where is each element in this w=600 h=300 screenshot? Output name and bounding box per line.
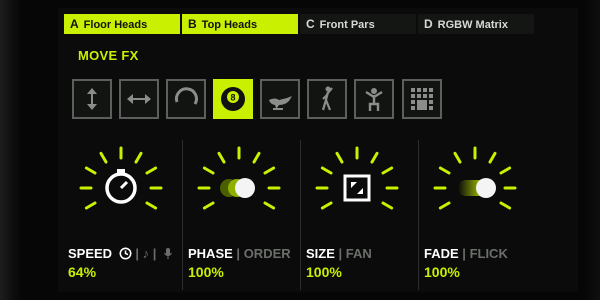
dial-tick bbox=[488, 151, 497, 164]
dial-tick bbox=[99, 151, 108, 164]
section-title: MOVE FX bbox=[78, 48, 139, 63]
tab-label: RGBW Matrix bbox=[437, 19, 508, 31]
speed-value: 64% bbox=[68, 264, 97, 280]
fx-button-horizontal[interactable] bbox=[119, 79, 159, 119]
dial-tick bbox=[499, 166, 512, 175]
phase-dial[interactable] bbox=[184, 138, 294, 238]
fx-button-dancer[interactable] bbox=[307, 79, 347, 119]
param-separator: | bbox=[135, 246, 139, 261]
param-main-label: FADE bbox=[424, 246, 459, 261]
dial-tick bbox=[320, 166, 333, 175]
column-divider bbox=[418, 140, 419, 290]
tab-letter: B bbox=[188, 17, 197, 31]
dial-tick bbox=[438, 201, 451, 210]
tab-label: Front Pars bbox=[319, 19, 375, 31]
tab-letter: A bbox=[70, 17, 79, 31]
performer-icon bbox=[365, 88, 383, 111]
note-icon: ♪ bbox=[142, 246, 150, 261]
tab-rgbw-matrix[interactable]: D RGBW Matrix bbox=[418, 14, 534, 34]
tab-letter: C bbox=[306, 17, 315, 31]
param-alt-label: ORDER bbox=[243, 246, 291, 261]
dial-tick bbox=[370, 151, 379, 164]
mic-icon bbox=[163, 248, 172, 259]
column-divider bbox=[182, 140, 183, 290]
dial-tick bbox=[84, 201, 97, 210]
column-divider bbox=[300, 140, 301, 290]
dial-tick bbox=[499, 201, 512, 210]
dial-tick bbox=[84, 166, 97, 175]
param-separator: | bbox=[462, 246, 466, 261]
tab-front-pars[interactable]: C Front Pars bbox=[300, 14, 416, 34]
param-main-label: SPEED bbox=[68, 246, 113, 261]
dial-tick bbox=[453, 151, 462, 164]
param-main-label: PHASE bbox=[188, 246, 233, 261]
phase-dial-graphic bbox=[197, 146, 281, 210]
phase-circles-icon bbox=[220, 178, 255, 198]
fx-button-eight-ball[interactable]: 8 bbox=[213, 79, 253, 119]
fade-dial[interactable] bbox=[420, 138, 530, 238]
fade-value: 100% bbox=[424, 264, 460, 280]
horizontal-arrows-icon bbox=[127, 94, 151, 104]
fade-dial-graphic bbox=[433, 146, 517, 210]
magic-lamp-icon bbox=[269, 96, 292, 110]
speed-dial-graphic bbox=[79, 146, 163, 210]
fx-button-lamp[interactable] bbox=[260, 79, 300, 119]
dial-tick bbox=[145, 201, 158, 210]
size-value: 100% bbox=[306, 264, 342, 280]
dial-tick bbox=[202, 201, 215, 210]
vertical-arrows-icon bbox=[87, 88, 97, 110]
tab-top-heads[interactable]: B Top Heads bbox=[182, 14, 298, 34]
dial-tick bbox=[263, 201, 276, 210]
dial-tick bbox=[381, 166, 394, 175]
eight-ball-icon: 8 bbox=[221, 87, 245, 111]
phase-label[interactable]: PHASE | ORDER bbox=[188, 246, 291, 261]
tab-floor-heads[interactable]: A Floor Heads bbox=[64, 14, 180, 34]
resize-icon bbox=[343, 174, 371, 202]
fade-toggle-icon bbox=[458, 178, 496, 198]
param-separator: | bbox=[338, 246, 343, 261]
eight-ball-label: 8 bbox=[230, 93, 235, 103]
fx-button-circle[interactable] bbox=[166, 79, 206, 119]
dancer-icon bbox=[321, 86, 333, 111]
dial-tick bbox=[335, 151, 344, 164]
dial-tick bbox=[145, 166, 158, 175]
param-alt-label: FLICK bbox=[469, 246, 508, 261]
fx-button-vertical[interactable] bbox=[72, 79, 112, 119]
speed-dial[interactable] bbox=[66, 138, 176, 238]
tab-letter: D bbox=[424, 17, 433, 31]
speed-label[interactable]: SPEED | ♪ | bbox=[68, 246, 173, 261]
dial-tick bbox=[263, 166, 276, 175]
dial-tick bbox=[134, 151, 143, 164]
fx-button-performer[interactable] bbox=[354, 79, 394, 119]
dial-tick bbox=[381, 201, 394, 210]
fx-button-matrix[interactable] bbox=[402, 79, 442, 119]
tab-label: Floor Heads bbox=[83, 19, 148, 31]
fade-label[interactable]: FADE | FLICK bbox=[424, 246, 508, 261]
size-label[interactable]: SIZE | FAN bbox=[306, 246, 372, 261]
size-dial-graphic bbox=[315, 146, 399, 210]
param-main-label: SIZE bbox=[306, 246, 335, 261]
phase-value: 100% bbox=[188, 264, 224, 280]
param-alt-label: FAN bbox=[345, 246, 372, 261]
clock-icon bbox=[119, 247, 132, 260]
circle-arc-icon bbox=[174, 87, 198, 105]
tab-label: Top Heads bbox=[201, 19, 258, 31]
param-separator: | bbox=[236, 246, 241, 261]
dial-tick bbox=[320, 201, 333, 210]
dial-tick bbox=[202, 166, 215, 175]
param-separator: | bbox=[152, 246, 157, 261]
size-dial[interactable] bbox=[302, 138, 412, 238]
dial-tick bbox=[252, 151, 261, 164]
dial-tick bbox=[438, 166, 451, 175]
matrix-grid-icon bbox=[411, 88, 433, 110]
dial-tick bbox=[217, 151, 226, 164]
stopwatch-icon bbox=[105, 169, 137, 204]
